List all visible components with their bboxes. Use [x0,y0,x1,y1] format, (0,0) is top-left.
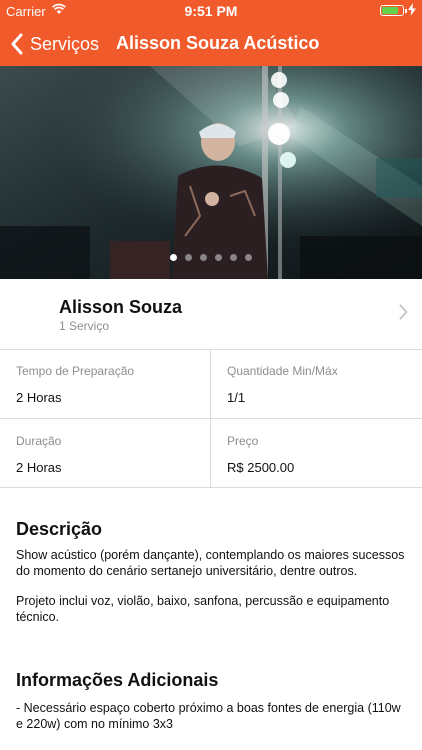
additional-info-section: Informações Adicionais - Necessário espa… [16,670,410,732]
status-time: 9:51 PM [184,3,238,19]
page-indicator[interactable] [0,254,422,261]
concert-photo [0,66,422,279]
duration-cell: Duração 2 Horas [0,419,210,488]
price-cell: Preço R$ 2500.00 [211,419,421,488]
prep-time-value: 2 Horas [16,390,62,405]
quantity-label: Quantidade Min/Máx [227,364,338,378]
status-bar: Carrier 9:51 PM [0,0,422,22]
duration-label: Duração [16,434,62,448]
page-title: Alisson Souza Acústico [116,33,320,53]
duration-value: 2 Horas [16,460,62,475]
back-button-label: Serviços [30,33,100,54]
nav-row: Serviços Alisson Souza Acústico [0,28,422,60]
price-value: R$ 2500.00 [227,460,295,475]
page-dot[interactable] [200,254,207,261]
page-dot[interactable] [245,254,252,261]
artist-name: Alisson Souza [59,297,183,317]
charging-bolt-icon [408,3,416,16]
page-dot[interactable] [230,254,237,261]
description-heading: Descrição [16,519,103,539]
artist-row[interactable]: Alisson Souza 1 Serviço [0,279,422,350]
artist-service-count: 1 Serviço [59,319,110,333]
quantity-value: 1/1 [227,390,246,405]
additional-info-line-1: - Necessário espaço coberto próximo a bo… [16,701,401,731]
photo-gallery[interactable] [0,66,422,279]
additional-info-heading: Informações Adicionais [16,670,219,690]
price-label: Preço [227,434,259,448]
page-dot[interactable] [215,254,222,261]
navigation-bar: Carrier 9:51 PM Serviços Alisson Souza A… [0,0,422,66]
description-section: Descrição Show acústico (porém dançante)… [16,519,410,625]
chevron-left-icon [11,33,23,55]
grid-divider-bottom [0,487,422,488]
prep-time-cell: Tempo de Preparação 2 Horas [0,349,210,418]
page-dot[interactable] [185,254,192,261]
chevron-right-icon [399,304,408,320]
prep-time-label: Tempo de Preparação [16,364,135,378]
page-dot[interactable] [170,254,177,261]
description-paragraph-2: Projeto inclui voz, violão, baixo, sanfo… [16,594,390,624]
battery-level [382,7,399,14]
quantity-cell: Quantidade Min/Máx 1/1 [211,349,421,418]
battery-cap [405,9,407,13]
back-button[interactable]: Serviços [10,28,99,60]
grid-divider-horizontal [0,418,422,419]
details-grid: Tempo de Preparação 2 Horas Quantidade M… [0,349,422,488]
description-paragraph-1: Show acústico (porém dançante), contempl… [16,548,405,578]
battery-icon [380,5,407,16]
